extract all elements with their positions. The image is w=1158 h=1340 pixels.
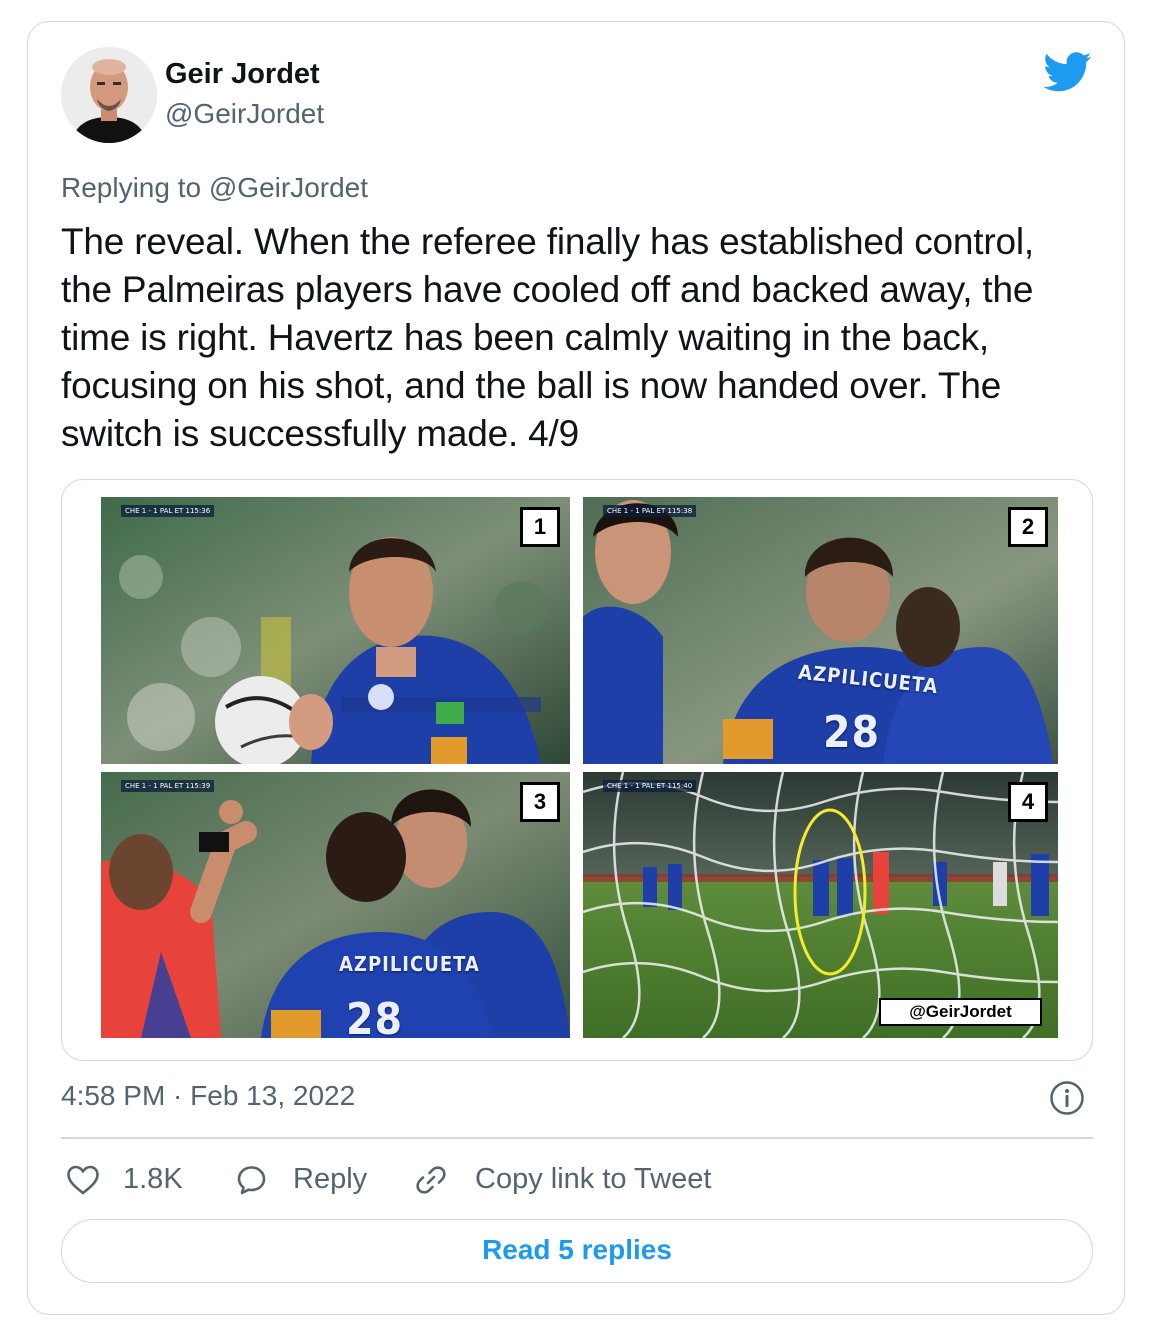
reply-context-prefix: Replying to bbox=[61, 172, 209, 203]
panel-1-image bbox=[101, 497, 570, 764]
reply-button[interactable]: Reply bbox=[233, 1160, 383, 1200]
panel-number-badge: 2 bbox=[1008, 507, 1048, 547]
panel-number-badge: 1 bbox=[520, 507, 560, 547]
read-replies-button[interactable]: Read 5 replies bbox=[61, 1219, 1093, 1283]
speech-bubble-icon bbox=[237, 1166, 266, 1195]
heart-icon bbox=[67, 1165, 99, 1195]
jersey-number-text: 28 bbox=[823, 707, 881, 758]
media-panel-4[interactable]: CHE 1 - 1 PAL ET 115:40 4 @GeirJordet bbox=[583, 772, 1058, 1038]
avatar[interactable] bbox=[61, 47, 157, 143]
author-display-name[interactable]: Geir Jordet bbox=[165, 58, 320, 91]
like-button[interactable]: 1.8K bbox=[65, 1160, 185, 1200]
watermark-label: @GeirJordet bbox=[879, 998, 1042, 1026]
panel-2-image bbox=[583, 497, 1058, 764]
like-count: 1.8K bbox=[123, 1163, 183, 1195]
media-panel-1[interactable]: CHE 1 - 1 PAL ET 115:36 1 bbox=[101, 497, 570, 764]
media-panel-2[interactable]: CHE 1 - 1 PAL ET 115:38 AZPILICUETA 28 2 bbox=[583, 497, 1058, 764]
scorebug: CHE 1 - 1 PAL ET 115:40 bbox=[603, 780, 697, 792]
copy-link-button[interactable]: Copy link to Tweet bbox=[413, 1160, 773, 1200]
jersey-name-text: AZPILICUETA bbox=[339, 952, 480, 976]
info-icon[interactable] bbox=[1049, 1080, 1085, 1116]
scorebug: CHE 1 - 1 PAL ET 115:38 bbox=[603, 505, 697, 517]
panel-3-image bbox=[101, 772, 570, 1038]
reply-context: Replying to @GeirJordet bbox=[61, 172, 368, 204]
reply-label: Reply bbox=[293, 1163, 368, 1195]
jersey-number-text: 28 bbox=[346, 994, 404, 1038]
tweet-text: The reveal. When the referee finally has… bbox=[61, 221, 1034, 454]
tweet-media-grid[interactable]: CHE 1 - 1 PAL ET 115:36 1 CHE 1 - 1 PAL … bbox=[61, 479, 1093, 1061]
author-handle[interactable]: @GeirJordet bbox=[165, 98, 324, 130]
tweet-card: Geir Jordet @GeirJordet Replying to @Gei… bbox=[27, 21, 1125, 1315]
scorebug: CHE 1 - 1 PAL ET 115:36 bbox=[121, 505, 215, 517]
panel-number-badge: 3 bbox=[520, 782, 560, 822]
timestamp-link[interactable]: 4:58 PM · Feb 13, 2022 bbox=[61, 1080, 355, 1111]
media-panel-3[interactable]: CHE 1 - 1 PAL ET 115:39 AZPILICUETA 28 3 bbox=[101, 772, 570, 1038]
copy-link-label: Copy link to Tweet bbox=[475, 1163, 712, 1195]
twitter-bird-icon[interactable] bbox=[1043, 52, 1092, 92]
panel-number-badge: 4 bbox=[1008, 782, 1048, 822]
reply-context-handle-link[interactable]: @GeirJordet bbox=[209, 172, 368, 203]
scorebug: CHE 1 - 1 PAL ET 115:39 bbox=[121, 780, 215, 792]
divider bbox=[61, 1137, 1093, 1139]
tweet-timestamp[interactable]: 4:58 PM · Feb 13, 2022 bbox=[61, 1080, 355, 1112]
link-icon bbox=[416, 1166, 446, 1194]
